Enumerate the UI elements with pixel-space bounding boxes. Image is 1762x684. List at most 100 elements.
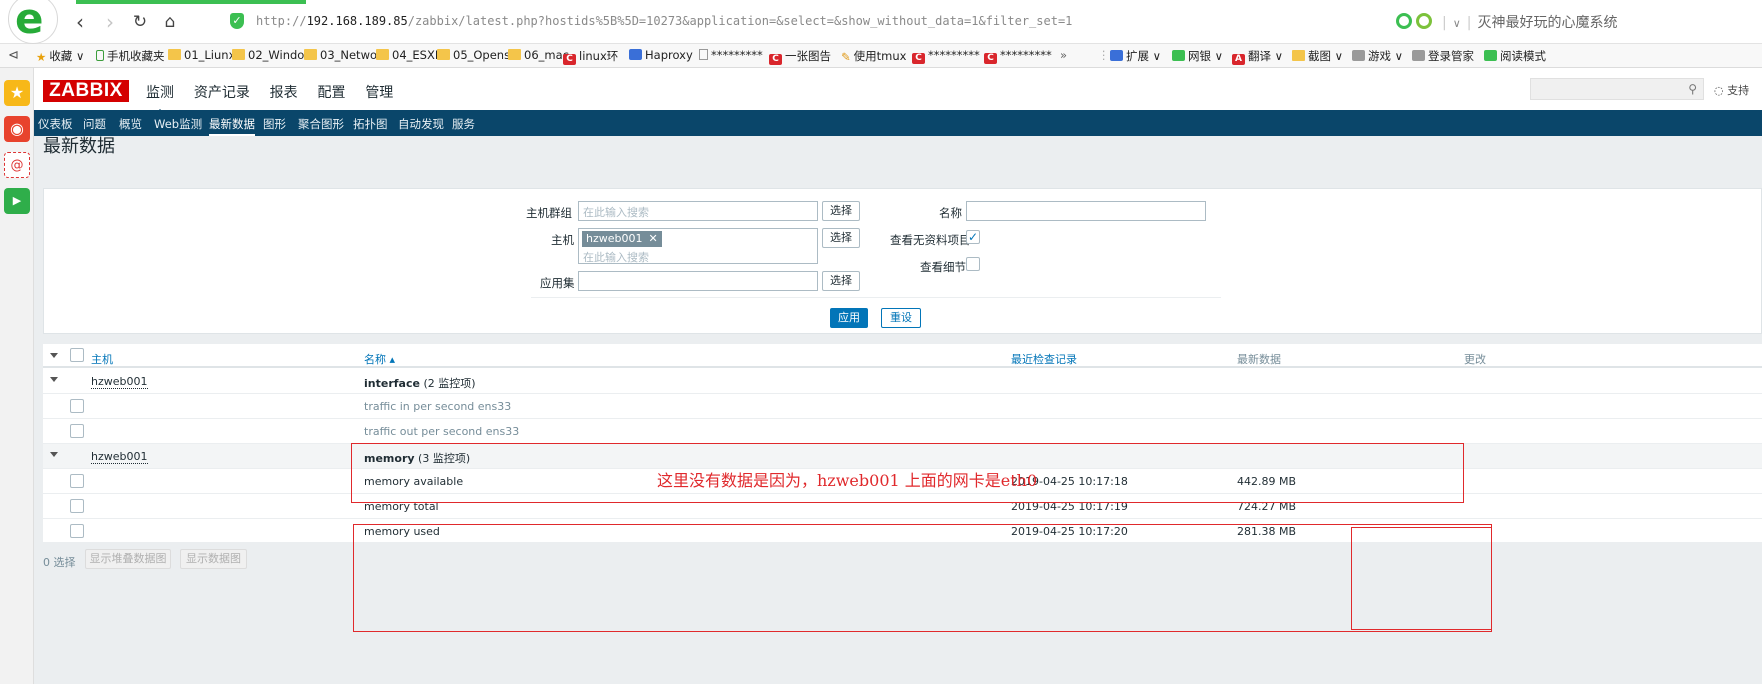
show-without-data-checkbox[interactable]: ✓ bbox=[966, 230, 980, 244]
reset-button[interactable]: 重设 bbox=[881, 308, 921, 328]
host-group-input[interactable]: 在此输入搜索 bbox=[578, 201, 818, 221]
collapse-group-icon[interactable] bbox=[50, 452, 58, 457]
sidebar-toggle-icon[interactable]: ⊲ bbox=[8, 48, 19, 63]
show-graph-button[interactable]: 显示数据图 bbox=[180, 549, 247, 569]
bookmark-one-image[interactable]: C 一张图告 bbox=[769, 48, 831, 65]
tool-login-manager[interactable]: 登录管家 bbox=[1412, 48, 1474, 64]
tool-reading-mode[interactable]: 阅读模式 bbox=[1484, 48, 1546, 64]
folder-icon bbox=[304, 49, 317, 60]
collapse-all-icon[interactable] bbox=[50, 353, 58, 358]
tab-overview[interactable]: 概览 bbox=[119, 116, 142, 132]
url-text[interactable]: http://192.168.189.85/zabbix/latest.php?… bbox=[256, 14, 1072, 28]
main-menu-monitoring[interactable]: 监测 bbox=[146, 82, 174, 115]
select-all-checkbox[interactable] bbox=[70, 348, 84, 362]
search-suggestion[interactable]: 灭神最好玩的心魔系统 bbox=[1478, 15, 1618, 31]
host-search-placeholder[interactable]: 在此输入搜索 bbox=[583, 249, 649, 265]
back-icon[interactable]: ‹ bbox=[68, 10, 92, 34]
global-search-input[interactable]: ⚲ bbox=[1530, 78, 1704, 100]
remove-tag-icon[interactable]: ✕ bbox=[649, 232, 658, 245]
tool-banking[interactable]: 网银 ∨ bbox=[1172, 48, 1223, 64]
bookmark-linux-env[interactable]: Clinux环 bbox=[563, 48, 618, 65]
col-last-check-header[interactable]: 最近检查记录 bbox=[1011, 351, 1077, 367]
main-menu-administration[interactable]: 管理 bbox=[365, 82, 393, 102]
col-last-value-header: 最新数据 bbox=[1237, 353, 1281, 366]
bookmark-masked-1[interactable]: ********* bbox=[699, 48, 763, 62]
bookmark-folder-esxi[interactable]: 04_ESXI bbox=[376, 48, 438, 62]
host-group-select-button[interactable]: 选择 bbox=[822, 201, 860, 221]
tab-screens[interactable]: 聚合图形 bbox=[298, 116, 344, 132]
tab-maps[interactable]: 拓扑图 bbox=[353, 116, 388, 132]
tab-services[interactable]: 服务 bbox=[452, 116, 475, 132]
host-link[interactable]: hzweb001 bbox=[91, 375, 148, 389]
tool-screenshot[interactable]: 截图 ∨ bbox=[1292, 48, 1343, 64]
tab-web[interactable]: Web监测 bbox=[154, 116, 202, 132]
tool-extensions[interactable]: 扩展 ∨ bbox=[1110, 48, 1161, 64]
folder-icon bbox=[168, 49, 181, 60]
show-details-checkbox[interactable] bbox=[966, 257, 980, 271]
main-menu-reports[interactable]: 报表 bbox=[270, 82, 298, 102]
item-checkbox[interactable] bbox=[70, 399, 84, 413]
bookmark-tmux[interactable]: ✎ 使用tmux bbox=[841, 48, 906, 64]
tab-latest-data[interactable]: 最新数据 bbox=[209, 116, 255, 136]
bookmark-folder-mac[interactable]: 06_mac bbox=[508, 48, 569, 62]
bookmark-mobile[interactable]: 手机收藏夹 bbox=[96, 48, 165, 64]
gamepad-icon bbox=[1352, 50, 1365, 61]
apply-button[interactable]: 应用 bbox=[830, 308, 868, 328]
c-icon: C bbox=[563, 54, 576, 65]
host-link[interactable]: hzweb001 bbox=[91, 450, 148, 464]
bookmarks-more[interactable]: » bbox=[1060, 48, 1067, 62]
item-checkbox[interactable] bbox=[70, 524, 84, 538]
forward-icon[interactable]: › bbox=[98, 10, 122, 34]
show-details-label: 查看细节 bbox=[920, 260, 966, 274]
mail-icon[interactable]: @ bbox=[4, 152, 30, 178]
host-select-button[interactable]: 选择 bbox=[822, 228, 860, 248]
host-multiselect[interactable]: hzweb001 ✕ 在此输入搜索 bbox=[578, 228, 818, 264]
item-checkbox[interactable] bbox=[70, 499, 84, 513]
main-menu-configuration[interactable]: 配置 bbox=[317, 82, 345, 102]
support-icon: ◌ bbox=[1714, 84, 1724, 97]
leaf-icon[interactable] bbox=[1416, 13, 1432, 29]
bookmark-folder-windows[interactable]: 02_Window bbox=[232, 48, 314, 62]
bookmark-masked-2[interactable]: C ********* bbox=[912, 48, 980, 64]
home-icon[interactable]: ⌂ bbox=[158, 10, 182, 34]
item-checkbox[interactable] bbox=[70, 424, 84, 438]
weibo-icon[interactable]: ◉ bbox=[4, 116, 30, 142]
col-name-header[interactable]: 名称 ▴ bbox=[364, 351, 395, 367]
dropdown-chevron-icon[interactable]: ∨ bbox=[1453, 17, 1461, 30]
tab-problems[interactable]: 问题 bbox=[83, 116, 106, 132]
bookmark-masked-3[interactable]: C ********* bbox=[984, 48, 1052, 64]
refresh-icon[interactable]: ↻ bbox=[128, 10, 152, 34]
bookmark-folder-network[interactable]: 03_Networ bbox=[304, 48, 382, 62]
bookmark-favorites[interactable]: ★ 收藏 ∨ bbox=[36, 48, 84, 64]
collapse-group-icon[interactable] bbox=[50, 377, 58, 382]
support-link[interactable]: ◌ 支持 bbox=[1714, 82, 1749, 98]
star-icon: ★ bbox=[36, 50, 47, 64]
application-input[interactable] bbox=[578, 271, 818, 291]
item-name: traffic out per second ens33 bbox=[364, 425, 520, 438]
tool-translate[interactable]: A 翻译 ∨ bbox=[1232, 48, 1283, 65]
search-icon[interactable]: ⚲ bbox=[1688, 82, 1697, 96]
tab-graphs[interactable]: 图形 bbox=[263, 116, 286, 132]
bookmark-folder-linux[interactable]: 01_Liunx bbox=[168, 48, 235, 62]
item-checkbox[interactable] bbox=[70, 474, 84, 488]
col-host-header[interactable]: 主机 bbox=[91, 351, 113, 367]
favorites-star-icon[interactable]: ★ bbox=[4, 80, 30, 106]
speed-icon[interactable] bbox=[1396, 13, 1412, 29]
bookmark-folder-openstack[interactable]: 05_Openst bbox=[437, 48, 515, 62]
main-menu-inventory[interactable]: 资产记录 bbox=[194, 82, 250, 102]
application-name: interface (2 监控项) bbox=[364, 377, 476, 390]
tab-dashboard[interactable]: 仪表板 bbox=[38, 116, 73, 132]
url-field[interactable]: ✓ http://192.168.189.85/zabbix/latest.ph… bbox=[222, 9, 1442, 35]
page-loading-bar bbox=[76, 0, 306, 4]
application-select-button[interactable]: 选择 bbox=[822, 271, 860, 291]
name-input[interactable] bbox=[966, 201, 1206, 221]
zabbix-logo[interactable]: ZABBIX bbox=[43, 80, 129, 102]
video-icon[interactable]: ▶ bbox=[4, 188, 30, 214]
tab-discovery[interactable]: 自动发现 bbox=[398, 116, 444, 132]
bookmarks-bar: ⊲ ★ 收藏 ∨ 手机收藏夹 01_Liunx 02_Window 03_Netw… bbox=[0, 44, 1762, 68]
tool-games[interactable]: 游戏 ∨ bbox=[1352, 48, 1403, 64]
browser-logo-icon[interactable]: e bbox=[8, 0, 58, 44]
phone-icon bbox=[96, 50, 104, 61]
show-stacked-graph-button[interactable]: 显示堆叠数据图 bbox=[85, 549, 171, 569]
bookmark-haproxy[interactable]: Haproxy bbox=[629, 48, 693, 62]
